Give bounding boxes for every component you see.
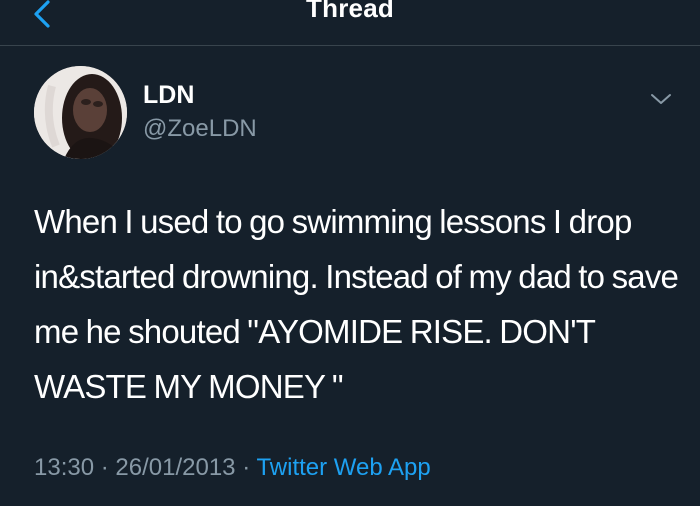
tweet-menu-button[interactable] [648,86,674,112]
user-handle[interactable]: @ZoeLDN [143,114,257,144]
avatar-photo [34,66,127,159]
top-navigation-bar: Thread [0,0,700,46]
thread-screen: Thread LDN @ZoeLDN When I used to go swi… [0,0,700,506]
page-title: Thread [306,0,394,23]
separator-dot: · [242,454,251,481]
tweet-body-text: When I used to go swimming lessons I dro… [34,203,686,405]
tweet-date: 26/01/2013 [115,454,236,481]
tweet-source-link[interactable]: Twitter Web App [256,454,430,481]
tweet-time: 13:30 [34,454,95,481]
display-name[interactable]: LDN [143,80,194,110]
separator-dot: · [100,454,109,481]
chevron-down-icon [651,94,671,104]
tweet: LDN @ZoeLDN When I used to go swimming l… [0,46,700,506]
avatar[interactable] [34,66,127,159]
tweet-metadata: 13:30 · 26/01/2013 · Twitter Web App [34,450,431,486]
